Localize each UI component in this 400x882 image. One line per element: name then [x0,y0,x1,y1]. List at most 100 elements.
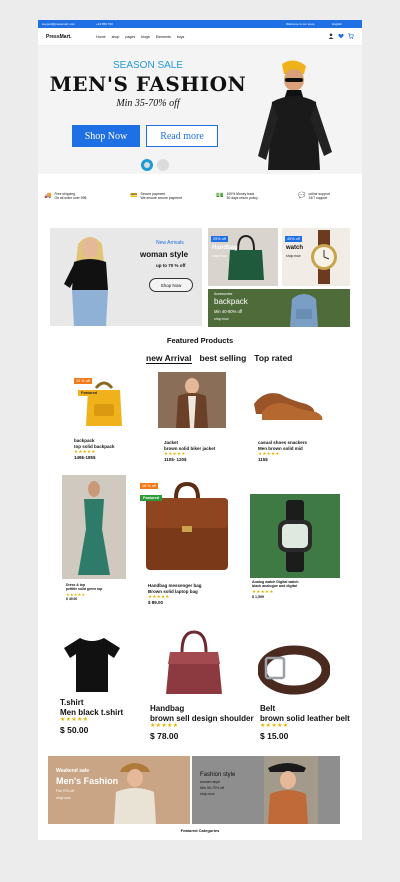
product-name: Handbag messenger bag [148,583,202,588]
nav-item-home[interactable]: Home [96,35,106,39]
product-card-dress[interactable]: Dress & top pettitle solid green top ★★★… [66,583,102,601]
nav-item-shop[interactable]: shop [112,35,120,39]
woman-model-image [264,756,318,824]
star-rating: ★★★★★ [260,723,289,730]
woman-model-image [64,237,108,326]
product-desc: brown sell design shoulder [150,713,254,723]
dress-image [78,481,110,575]
page: support@pressmart.com +24 850 700 Welcom… [38,20,362,840]
shop-now-button[interactable]: Shop Now [72,125,140,147]
promo-title: Fashion style [200,772,236,778]
user-icon[interactable] [328,33,334,41]
feature-desc: 24/7 support [308,196,328,200]
product-image-shoes[interactable] [248,376,328,426]
promo-offer: up to 70 % off [156,263,186,268]
nav-item-pages[interactable]: pages [125,35,135,39]
heart-icon[interactable] [338,33,344,41]
featured-categories-title: Featured Categories [180,828,220,833]
product-image-dress[interactable] [62,475,126,579]
read-more-button[interactable]: Read more [146,125,218,147]
support-email[interactable]: support@pressmart.com [42,22,75,26]
product-image-watch[interactable] [250,494,340,578]
promo-mens-fashion[interactable]: Weakend sale Men's Fashion Flat 70% off … [48,756,190,824]
product-name: Belt [260,704,276,713]
nav-icons [328,33,354,41]
product-image-handbag[interactable] [160,626,228,696]
star-rating: ★★★★★ [60,717,89,724]
product-image-belt[interactable] [256,636,332,698]
main-nav: PressMart. Home shop pages blogs Element… [38,28,362,46]
backpack-image [290,294,318,327]
promo-shop-now-button[interactable]: Shop Now [149,278,193,292]
nav-item-buys[interactable]: buys [177,35,185,39]
product-card-jacket[interactable]: Jacket brown solid biker jacket ★★★★★ 11… [164,440,215,463]
feature-desc: We ensure secure payment [140,196,182,200]
promo-woman-style[interactable]: New Arrivals woman style up to 70 % off … [50,228,202,326]
promo-title: watch [286,245,304,251]
product-price: 110$- 120$ [164,456,187,462]
promo-title: Men's Fashion [56,776,119,786]
promo-title: woman style [140,250,189,259]
product-image-messenger-bag[interactable] [138,478,232,574]
product-name: casual shoes snackers [258,440,308,445]
product-card-watch[interactable]: Analog watch Digital watch black analogu… [252,580,299,599]
shop-now-link[interactable]: shop now [200,792,215,796]
feature-support: 💬 online support 24/7 support [298,192,330,200]
truck-icon: 🚚 [44,193,52,199]
product-card-messenger-bag[interactable]: Handbag messenger bag Brown solid laptop… [148,583,202,606]
nav-item-elements[interactable]: Elements [156,35,171,39]
featured-badge: Featured [140,495,163,501]
shop-now-link[interactable]: shop now [214,317,229,321]
product-price: $ 78.00 [150,730,179,741]
belt-image [258,645,330,695]
product-card-tshirt[interactable]: T.shirt Men black t.shirt ★★★★★ $ 50.00 [60,698,123,735]
card-icon: 💳 [130,193,138,199]
promo-offer: Min 30-70% off [200,786,225,790]
cart-icon[interactable] [348,33,354,41]
promo-backpack[interactable]: Accessories backpack Min 40-80% off shop… [208,289,350,327]
product-card-shoes[interactable]: casual shoes snackers Men brown solid mi… [258,440,307,463]
product-card-backpack[interactable]: backpack top solid backpack ★★★★★ 149$-1… [74,438,115,461]
hero-title: MEN'S FASHION [49,72,247,96]
shop-now-link[interactable]: shop now [286,254,301,258]
tab-best-selling[interactable]: best selling [200,353,247,364]
nav-menu: Home shop pages blogs Elements buys [96,35,184,39]
featured-products-title: Featured Products [166,336,234,345]
product-name: T.shirt [60,698,84,707]
support-phone[interactable]: +24 850 700 [96,22,113,26]
tab-new-arrival[interactable]: new Arrival [146,353,192,364]
feature-desc: On all order over 99$ [54,196,87,200]
product-card-belt[interactable]: Belt brown solid leather belt ★★★★★ $ 15… [260,704,350,741]
promo-kicker: New Arrivals [156,240,184,246]
product-price: 149$-185$ [74,454,96,460]
product-card-handbag[interactable]: Handbag brown sell design shoulder ★★★★★… [150,704,254,741]
product-desc: pettitle solid green top [66,587,103,592]
slider-dot-active[interactable] [141,159,153,171]
promo-kicker: women style [200,780,220,784]
promo-title: Handbag [212,245,238,251]
product-name: Handbag [150,704,185,713]
product-price: $ 49.00 [66,596,78,601]
welcome-text: Welcome to our store [286,22,315,26]
watch-image [311,230,337,284]
jacket-image [176,378,208,428]
product-image-jacket[interactable] [158,372,226,428]
nav-item-blogs[interactable]: blogs [141,35,150,39]
product-desc: brown solid leather belt [260,713,350,723]
shop-now-link[interactable]: shop now [212,254,227,258]
discount-badge: 25% off [211,236,228,242]
shop-now-link[interactable]: shop now [56,796,71,800]
tab-top-rated[interactable]: Top rated [254,353,292,364]
smartwatch-image [278,500,312,572]
product-image-tshirt[interactable] [58,632,126,694]
man-model-image [114,763,156,824]
product-price: $ 89.00 [148,599,164,605]
discount-badge: 18 % off [140,483,158,489]
tshirt-image [64,638,120,692]
logo[interactable]: PressMart. [46,34,72,40]
slider-dot[interactable] [157,159,169,171]
language-select[interactable]: English [332,22,342,26]
promo-fashion-style[interactable]: Fashion style women style Min 30-70% off… [192,756,340,824]
promo-handbag[interactable]: 25% off Handbag shop now [208,228,278,286]
promo-watch[interactable]: 45% off watch shop now [282,228,350,286]
